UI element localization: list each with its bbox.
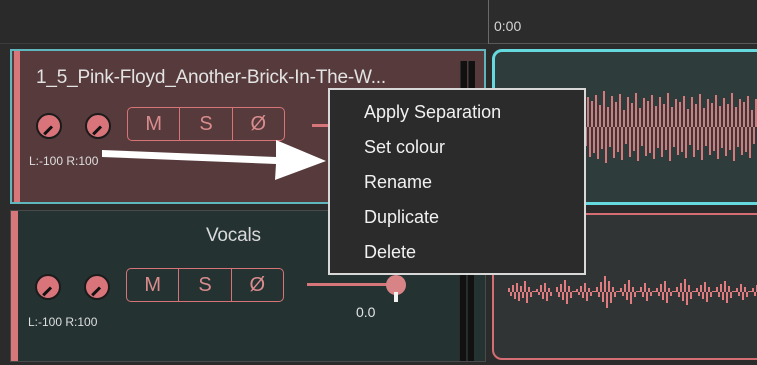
daw-window: 0:00 1_5_Pink-Floyd_Another-Brick-In-The… (0, 0, 757, 365)
gain-fader-track[interactable] (307, 283, 397, 286)
menu-item-rename[interactable]: Rename (330, 168, 584, 203)
ruler-spacer (0, 0, 488, 44)
track-color-strip (14, 51, 20, 202)
annotation-arrow-icon (102, 140, 326, 180)
ruler-time-label: 0:00 (494, 18, 522, 34)
pan-knob[interactable] (84, 274, 110, 300)
gain-value: 0.0 (356, 304, 376, 320)
solo-button[interactable]: S (179, 269, 232, 301)
context-menu: Apply Separation Set colour Rename Dupli… (328, 88, 586, 275)
volume-knob[interactable] (35, 274, 61, 300)
track-name[interactable]: 1_5_Pink-Floyd_Another-Brick-In-The-W... (36, 67, 386, 89)
pan-label: L:-100 R:100 (28, 315, 98, 329)
mute-button[interactable]: M (127, 269, 180, 301)
pan-label: L:-100 R:100 (29, 154, 99, 168)
menu-item-set-colour[interactable]: Set colour (330, 133, 584, 168)
gain-fader-handle[interactable] (386, 275, 406, 302)
timeline-ruler[interactable]: 0:00 (488, 0, 757, 44)
volume-knob[interactable] (36, 113, 62, 139)
phase-invert-button[interactable]: Ø (232, 269, 283, 301)
menu-item-apply-separation[interactable]: Apply Separation (330, 98, 584, 133)
track-button-group: M S Ø (126, 268, 284, 302)
menu-item-duplicate[interactable]: Duplicate (330, 203, 584, 238)
track-name[interactable]: Vocals (206, 225, 261, 247)
menu-item-delete[interactable]: Delete (330, 238, 584, 273)
track-color-strip (11, 211, 18, 361)
